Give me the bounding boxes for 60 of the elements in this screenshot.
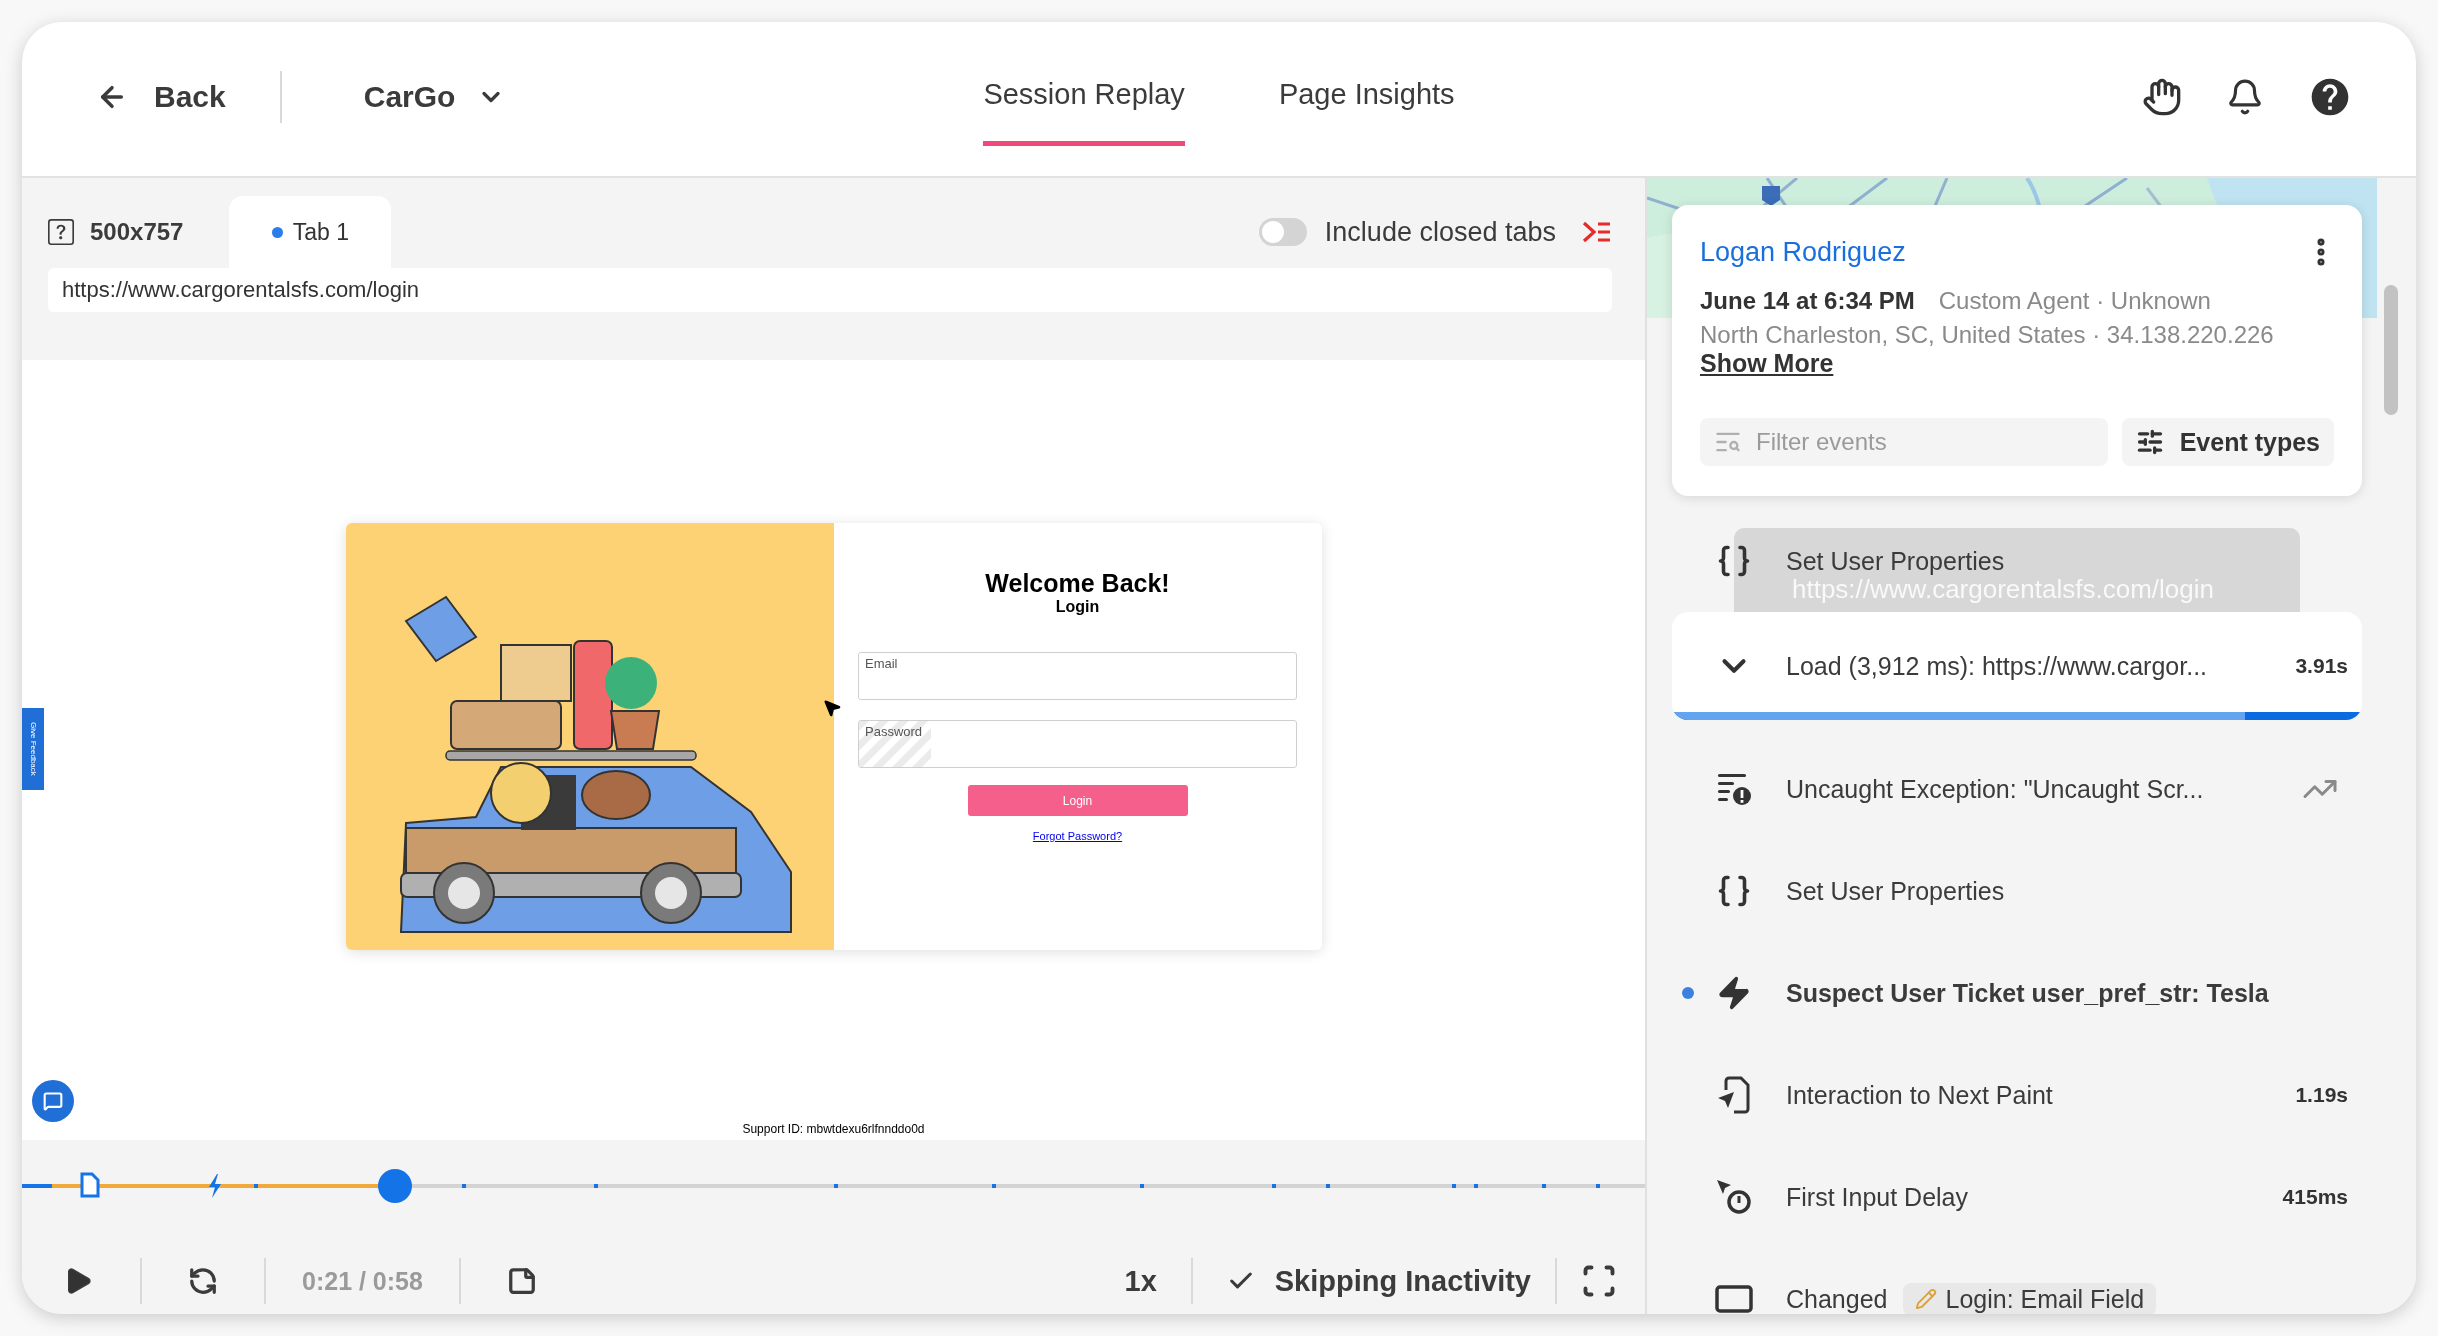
event-title[interactable]: Changed xyxy=(1786,1284,1888,1314)
playback-time: 0:21 / 0:58 xyxy=(302,1266,423,1296)
event-title[interactable]: Set User Properties xyxy=(1786,876,2005,906)
session-date: June 14 at 6:34 PM xyxy=(1700,287,1915,315)
event-title[interactable]: Load (3,912 ms): https://www.cargor... xyxy=(1786,651,2208,681)
chat-button[interactable] xyxy=(32,1080,74,1122)
event-title[interactable]: Uncaught Exception: "Uncaught Scr... xyxy=(1786,774,2204,804)
replay-icon xyxy=(188,1266,218,1297)
viewport-label: 500x757 xyxy=(90,218,184,246)
user-name-link[interactable]: Logan Rodriguez xyxy=(1700,236,1906,268)
browser-tab[interactable]: Tab 1 xyxy=(229,196,392,268)
braces-icon xyxy=(1716,543,1752,579)
speed-button[interactable]: 1x xyxy=(1114,1256,1167,1306)
input-field[interactable]: Password xyxy=(858,720,1297,768)
back-button[interactable]: Back xyxy=(82,72,240,122)
support-id: Support ID: mbwtdexu6rlfnnddo0d xyxy=(742,1122,925,1136)
sliders-icon xyxy=(2135,428,2164,456)
chat-icon xyxy=(43,1091,63,1111)
location: North Charleston, SC, United States · 34.138.220.226 xyxy=(1700,321,2274,349)
nav-tab[interactable]: Session Replay xyxy=(983,60,1185,146)
lightning-marker-icon[interactable] xyxy=(209,1174,221,1198)
user-agent: Custom Agent · Unknown xyxy=(1938,287,2211,315)
event-title[interactable]: First Input Delay xyxy=(1786,1182,1968,1212)
dot-icon xyxy=(271,226,283,238)
toggle-switch[interactable] xyxy=(1258,218,1307,246)
lightning-icon xyxy=(1716,975,1752,1011)
dot-icon xyxy=(1682,987,1694,999)
chevron-lines-icon[interactable] xyxy=(1582,220,1612,244)
timeline-thumb[interactable] xyxy=(378,1169,413,1203)
cursor-icon xyxy=(822,698,842,718)
event-duration: 3.91s xyxy=(2295,654,2348,678)
feedback-tab[interactable]: Give Feedback xyxy=(22,708,44,790)
page-marker-icon[interactable] xyxy=(80,1172,100,1198)
page-pointer-icon xyxy=(1716,1076,1752,1114)
show-more-link[interactable]: Show More xyxy=(1700,349,1834,377)
event-types-button[interactable]: Event types xyxy=(2121,418,2334,466)
stripe-pattern-drawing xyxy=(859,721,931,767)
event-duration: 1.19s xyxy=(2295,1083,2348,1107)
toggle-label: Include closed tabs xyxy=(1324,216,1556,248)
event-title[interactable]: Set User Properties xyxy=(1786,546,2005,576)
forgot-password-link[interactable]: Forgot Password? xyxy=(1032,830,1123,842)
filter-field[interactable]: Filter events xyxy=(1700,418,2108,466)
skip-inactivity-button[interactable]: Skipping Inactivity xyxy=(1216,1256,1541,1306)
nav-tab[interactable]: Page Insights xyxy=(1278,60,1455,146)
event-title[interactable]: Interaction to Next Paint xyxy=(1786,1080,2053,1110)
pointer-clock-icon xyxy=(1715,1178,1753,1216)
note-icon xyxy=(506,1266,537,1297)
url-field: https://www.cargorentalsfs.com/login xyxy=(48,268,1612,312)
event-title[interactable]: Suspect User Ticket user_pref_str: Tesla xyxy=(1786,978,2269,1008)
braces-icon xyxy=(1716,873,1752,909)
project-dropdown[interactable]: CarGo xyxy=(351,72,518,122)
event-tag: Login: Email Field xyxy=(1903,1282,2157,1314)
input-field[interactable]: Email xyxy=(858,652,1297,700)
login-subtitle: Login xyxy=(1055,598,1100,616)
pencil-icon xyxy=(1915,1288,1938,1310)
login-title: Welcome Back! xyxy=(985,569,1170,598)
rectangle-icon xyxy=(1715,1284,1753,1314)
error-list-icon xyxy=(1716,771,1752,807)
event-card[interactable]: Load (3,912 ms): https://www.cargor... 3.91s xyxy=(1672,612,2362,720)
event-duration: 415ms xyxy=(2282,1185,2348,1209)
